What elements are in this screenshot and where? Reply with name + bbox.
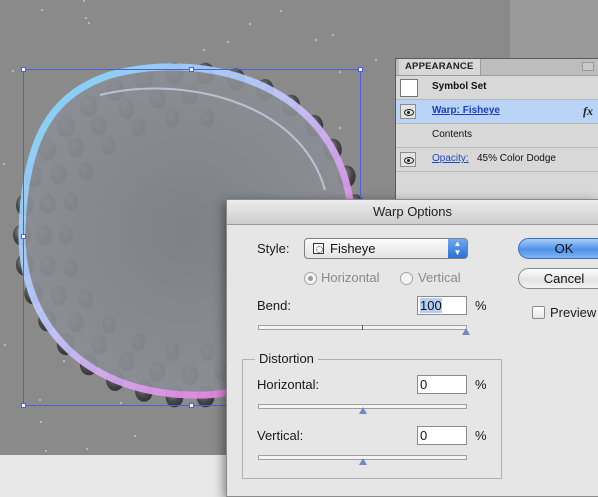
distortion-horizontal-input[interactable]: 0	[417, 375, 467, 394]
radio-vertical[interactable]	[400, 272, 413, 285]
bend-label: Bend:	[257, 298, 291, 313]
distortion-vertical-label: Vertical:	[257, 428, 304, 443]
eye-icon[interactable]	[400, 104, 416, 119]
handle-top-left[interactable]	[21, 67, 26, 72]
appearance-row-label: Symbol Set	[432, 81, 487, 92]
bend-slider-thumb[interactable]	[462, 328, 470, 335]
style-select-value: Fisheye	[330, 241, 376, 256]
tab-appearance[interactable]: APPEARANCE	[399, 59, 481, 75]
distortion-title: Distortion	[255, 351, 318, 366]
distortion-vertical-input[interactable]: 0	[417, 426, 467, 445]
panel-menu-icon[interactable]	[582, 62, 594, 71]
handle-top-center[interactable]	[189, 67, 194, 72]
distortion-horizontal-unit: %	[475, 377, 487, 392]
opacity-link[interactable]: Opacity:	[432, 153, 469, 164]
distortion-vertical-unit: %	[475, 428, 487, 443]
appearance-row-opacity[interactable]: Opacity: 45% Color Dodge	[396, 148, 598, 172]
appearance-row-symbol-set[interactable]: Symbol Set	[396, 76, 598, 100]
appearance-row-label: Contents	[432, 129, 473, 140]
distortion-horizontal-label: Horizontal:	[257, 377, 320, 392]
opacity-value: 45% Color Dodge	[477, 153, 556, 164]
ok-button[interactable]: OK	[518, 238, 598, 259]
bend-unit: %	[475, 298, 487, 313]
appearance-panel: APPEARANCE Symbol Set Warp: Fisheye fx C…	[395, 58, 598, 208]
distortion-horizontal-slider[interactable]	[258, 404, 467, 414]
bend-slider[interactable]	[258, 325, 470, 335]
distortion-vertical-slider[interactable]	[258, 455, 467, 465]
radio-vertical-label: Vertical	[418, 270, 461, 285]
style-select[interactable]: Fisheye ▲ ▼	[304, 238, 468, 259]
handle-bottom-center[interactable]	[189, 403, 194, 408]
warp-effect-link[interactable]: Warp: Fisheye	[432, 105, 500, 116]
bend-value: 100	[420, 298, 442, 313]
preview-label: Preview	[550, 305, 597, 320]
fx-icon: fx	[583, 104, 593, 118]
handle-top-right[interactable]	[358, 67, 363, 72]
dialog-title[interactable]: Warp Options	[227, 200, 598, 225]
distortion-horizontal-value: 0	[420, 377, 428, 392]
distortion-vertical-thumb[interactable]	[358, 458, 367, 465]
distortion-horizontal-thumb[interactable]	[358, 407, 367, 414]
style-warp-icon	[313, 243, 324, 254]
select-arrows-icon: ▲ ▼	[448, 239, 467, 258]
appearance-row-warp[interactable]: Warp: Fisheye fx	[396, 100, 598, 124]
appearance-row-contents[interactable]: Contents	[396, 124, 598, 148]
radio-horizontal-label: Horizontal	[321, 270, 380, 285]
eye-icon[interactable]	[400, 152, 416, 167]
cancel-button[interactable]: Cancel	[518, 268, 598, 289]
preview-checkbox[interactable]	[532, 306, 545, 319]
radio-horizontal[interactable]	[304, 272, 317, 285]
symbol-thumbnail	[400, 79, 418, 97]
handle-middle-left[interactable]	[21, 234, 26, 239]
warp-options-dialog: Warp Options Style: Fisheye ▲ ▼ Horizonta…	[226, 199, 598, 497]
style-label: Style:	[257, 241, 290, 256]
distortion-vertical-value: 0	[420, 428, 428, 443]
bend-input[interactable]: 100	[417, 296, 467, 315]
appearance-tabbar: APPEARANCE	[396, 59, 598, 76]
handle-bottom-left[interactable]	[21, 403, 26, 408]
